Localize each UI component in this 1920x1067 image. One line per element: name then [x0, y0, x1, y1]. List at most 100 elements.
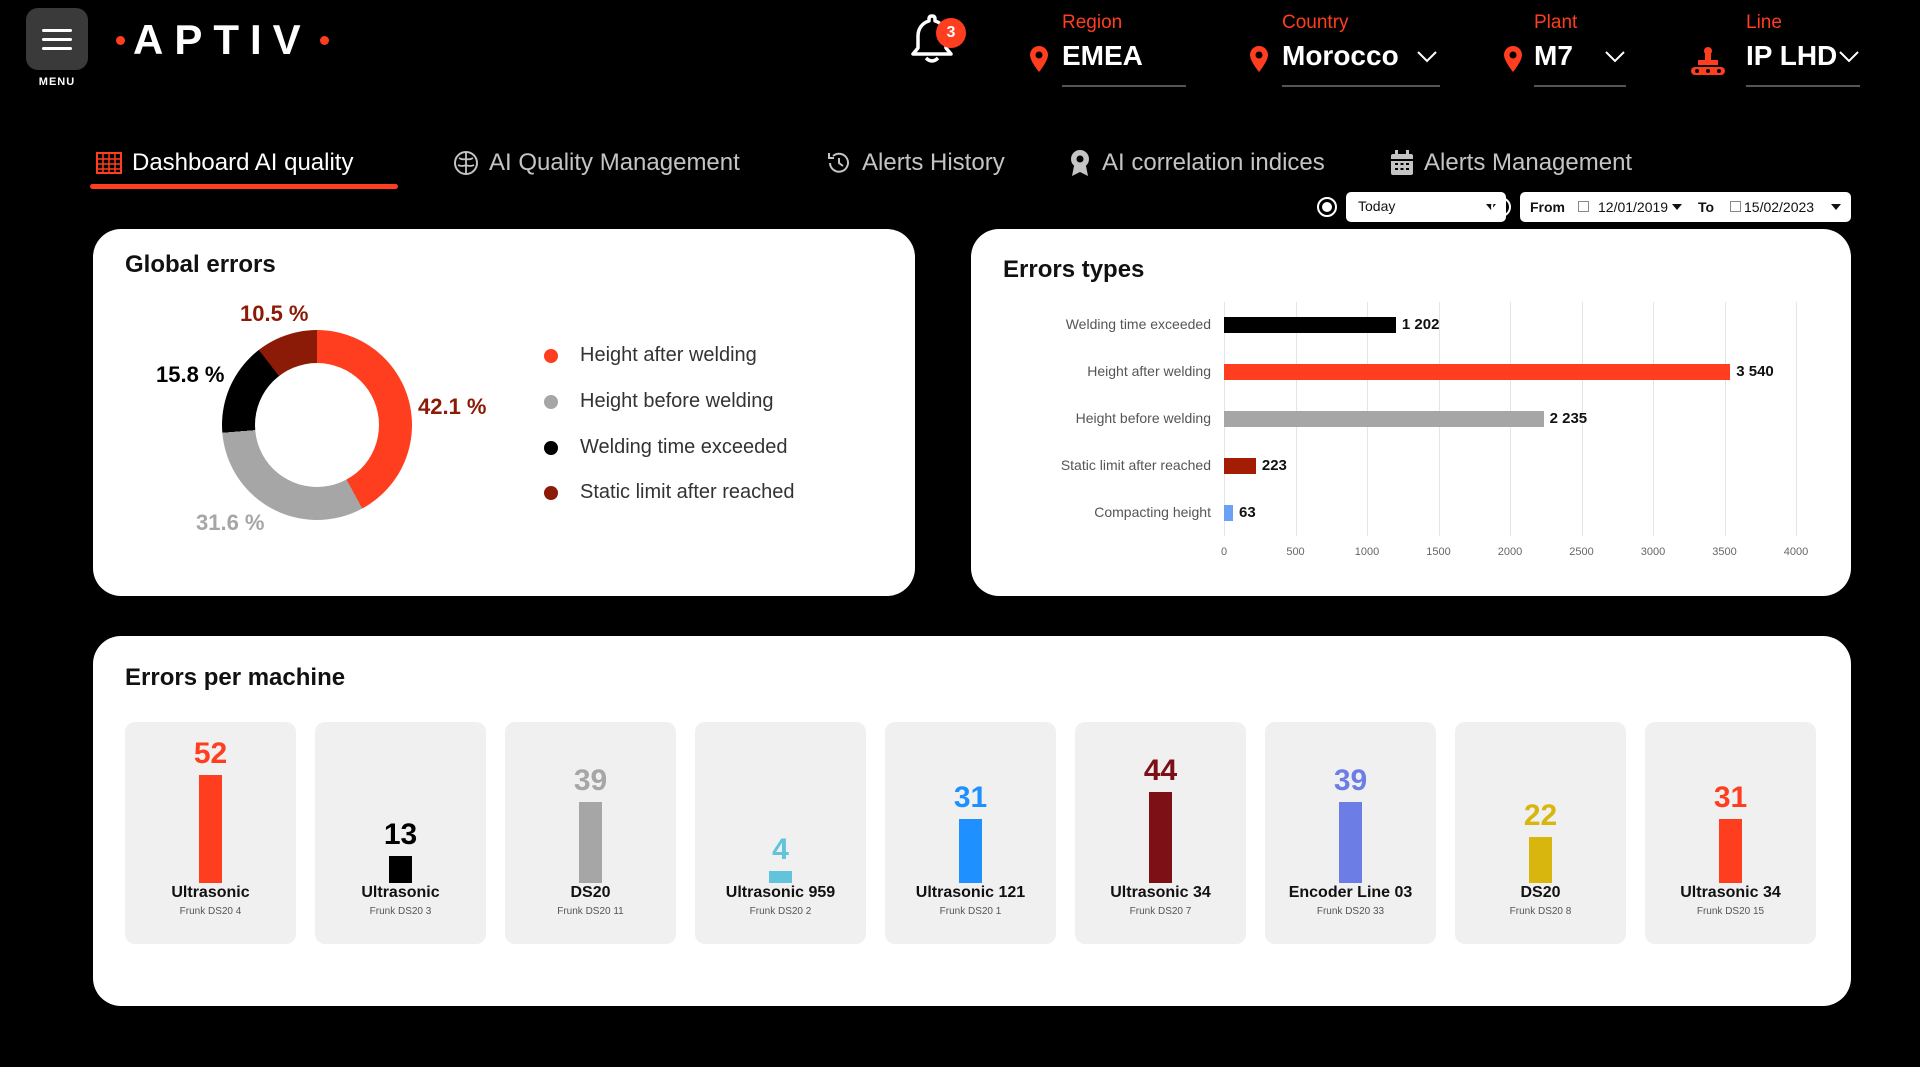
to-label: To: [1698, 199, 1715, 215]
grid-line: [1724, 302, 1726, 536]
legend-dot: [544, 348, 558, 363]
machine-subtitle: Frunk DS20 3: [369, 906, 432, 917]
machine-error-bar: [1339, 802, 1362, 883]
tab-label: AI Quality Management: [489, 149, 740, 176]
machine-name: DS20: [1520, 884, 1561, 901]
machine-subtitle: Frunk DS20 15: [1696, 906, 1765, 917]
tab-label: Alerts Management: [1424, 149, 1633, 176]
region-selector[interactable]: Region EMEA: [1030, 10, 1186, 88]
tab-alerts-history[interactable]: Alerts History: [826, 145, 1005, 181]
bar-value-label: 2 235: [1549, 410, 1588, 427]
machine-error-count: 13: [383, 818, 418, 851]
machine-error-count: 31: [953, 780, 988, 814]
percent-label-height-before: 31.6 %: [196, 510, 265, 535]
bar-value-label: 223: [1261, 457, 1287, 474]
donut-hole: [255, 363, 379, 487]
plant-value: M7: [1534, 40, 1573, 71]
machine-subtitle: Frunk DS20 33: [1316, 906, 1385, 917]
machine-error-bar: [959, 818, 982, 883]
machine-tile[interactable]: 31 Ultrasonic 34 Frunk DS20 15: [1645, 722, 1816, 944]
plant-caption: Plant: [1534, 12, 1578, 33]
machine-tile[interactable]: 39 Encoder Line 03 Frunk DS20 33: [1265, 722, 1436, 944]
machine-error-count: 4: [772, 833, 789, 866]
machine-subtitle: Frunk DS20 4: [179, 906, 242, 917]
machine-error-count: 52: [193, 737, 228, 770]
machine-error-count: 44: [1143, 753, 1178, 787]
legend-label: Height before welding: [580, 390, 774, 412]
period-today-radio[interactable]: [1317, 197, 1337, 217]
machine-name: Ultrasonic: [171, 884, 250, 901]
error-type-bar: [1224, 458, 1256, 474]
region-caption: Region: [1062, 12, 1123, 33]
machine-tile[interactable]: 39 DS20 Frunk DS20 11: [505, 722, 676, 944]
machine-tile[interactable]: 52 Ultrasonic Frunk DS20 4: [125, 722, 296, 944]
errors-per-machine-title: Errors per machine: [125, 664, 346, 691]
percent-label-welding-time: 15.8 %: [156, 362, 225, 387]
menu-label: MENU: [38, 76, 76, 88]
category-label: Height before welding: [1075, 410, 1211, 426]
location-pin-icon: [1030, 46, 1048, 72]
tab-dashboard-ai-quality[interactable]: Dashboard AI quality: [96, 145, 353, 181]
machine-name: Ultrasonic 34: [1680, 884, 1781, 901]
notifications-button[interactable]: 3: [910, 12, 966, 64]
tab-ai-correlation-indices[interactable]: AI correlation indices: [1068, 145, 1325, 181]
machine-error-bar: [1719, 818, 1742, 883]
machine-name: Ultrasonic 34: [1110, 884, 1211, 901]
legend-item: Height after welding: [544, 344, 757, 367]
tab-label: AI correlation indices: [1102, 149, 1325, 176]
legend-dot: [544, 440, 558, 455]
machine-name: Ultrasonic 121: [915, 884, 1026, 901]
percent-label-height-after: 42.1 %: [418, 394, 487, 419]
legend-item: Welding time exceeded: [544, 436, 788, 459]
x-tick-label: 1500: [1426, 546, 1451, 558]
country-selector[interactable]: Country Morocco: [1250, 10, 1440, 88]
tab-ai-quality-management[interactable]: AI Quality Management: [453, 145, 740, 181]
line-value: IP LHD: [1746, 40, 1838, 71]
machine-subtitle: Frunk DS20 1: [939, 906, 1002, 917]
period-select[interactable]: Today: [1346, 192, 1506, 222]
x-tick-label: 0: [1220, 546, 1228, 558]
machine-name: Ultrasonic 959: [725, 884, 836, 901]
x-tick-label: 1000: [1354, 546, 1380, 558]
active-tab-indicator: [90, 184, 398, 189]
global-errors-card: [93, 229, 915, 596]
x-tick-label: 500: [1286, 546, 1305, 558]
from-label: From: [1530, 199, 1565, 215]
machine-error-count: 31: [1713, 780, 1748, 814]
machine-error-count: 39: [1333, 764, 1368, 797]
tab-label: Dashboard AI quality: [132, 149, 354, 176]
machine-error-bar: [199, 775, 222, 883]
period-select-value: Today: [1358, 198, 1396, 214]
period-range-radio[interactable]: [1491, 197, 1511, 217]
machine-error-count: 22: [1523, 799, 1558, 833]
machine-tile[interactable]: 13 Ultrasonic Frunk DS20 3: [315, 722, 486, 944]
error-type-bar: [1224, 505, 1233, 521]
machine-tile[interactable]: 4 Ultrasonic 959 Frunk DS20 2: [695, 722, 866, 944]
tab-alerts-management[interactable]: Alerts Management: [1390, 145, 1632, 181]
machine-tile[interactable]: 44 Ultrasonic 34 Frunk DS20 7: [1075, 722, 1246, 944]
menu-button[interactable]: [26, 8, 88, 70]
badge-gear-icon: [1071, 150, 1089, 176]
line-selector[interactable]: Line IP LHD: [1690, 10, 1860, 88]
caret-down-icon: [1672, 204, 1682, 210]
to-date-picker[interactable]: 15/02/2023: [1744, 199, 1814, 215]
legend-label: Height after welding: [580, 344, 757, 366]
chevron-down-icon: [1839, 51, 1859, 63]
legend-label: Static limit after reached: [580, 481, 795, 503]
plant-selector[interactable]: Plant M7: [1504, 10, 1626, 88]
category-label: Compacting height: [1094, 504, 1211, 520]
calendar-icon: [1730, 201, 1741, 212]
machine-tile[interactable]: 31 Ultrasonic 121 Frunk DS20 1: [885, 722, 1056, 944]
machine-error-bar: [1529, 837, 1552, 883]
from-date-picker[interactable]: 12/01/2019: [1598, 199, 1668, 215]
calendar-icon: [1578, 201, 1589, 212]
location-pin-icon: [1250, 46, 1268, 72]
global-errors-title: Global errors: [125, 251, 276, 278]
table-icon: [96, 152, 122, 174]
machine-tile[interactable]: 22 DS20 Frunk DS20 8: [1455, 722, 1626, 944]
date-range-box: From 12/01/2019 To 15/02/2023: [1520, 192, 1851, 222]
history-icon: [828, 152, 849, 173]
percent-label-static-limit: 10.5 %: [240, 301, 309, 326]
category-label: Static limit after reached: [1060, 457, 1211, 473]
grid-line: [1796, 302, 1797, 536]
